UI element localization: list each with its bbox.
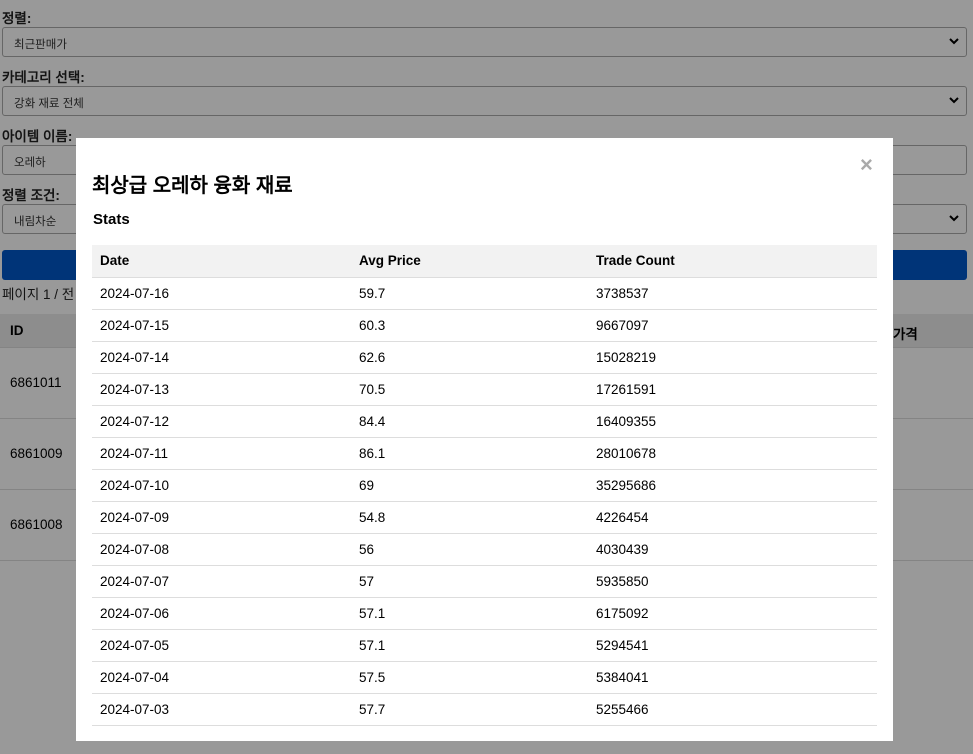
stats-cell-trade-count: 3738537 xyxy=(588,277,877,310)
table-row: 2024-07-05 57.1 5294541 xyxy=(92,629,877,662)
stats-cell-date: 2024-07-06 xyxy=(92,597,351,630)
stats-cell-trade-count: 5255466 xyxy=(588,693,877,726)
stats-cell-date: 2024-07-09 xyxy=(92,501,351,534)
stats-table-body: 2024-07-16 59.7 3738537 2024-07-15 60.3 96670… xyxy=(92,277,877,726)
stats-heading: Stats xyxy=(93,211,130,228)
column-header-date: Date xyxy=(92,245,351,278)
stats-table: Date Avg Price Trade Count 2024-07-16 59.… xyxy=(92,245,877,726)
stats-cell-avg-price: 56 xyxy=(351,533,588,566)
stats-cell-avg-price: 60.3 xyxy=(351,309,588,342)
column-header-trade-count: Trade Count xyxy=(588,245,877,278)
stats-cell-trade-count: 9667097 xyxy=(588,309,877,342)
stats-cell-trade-count: 28010678 xyxy=(588,437,877,470)
stats-cell-date: 2024-07-12 xyxy=(92,405,351,438)
stats-cell-avg-price: 62.6 xyxy=(351,341,588,374)
stats-cell-avg-price: 54.8 xyxy=(351,501,588,534)
stats-cell-date: 2024-07-14 xyxy=(92,341,351,374)
stats-cell-trade-count: 17261591 xyxy=(588,373,877,406)
stats-cell-trade-count: 4226454 xyxy=(588,501,877,534)
table-row: 2024-07-07 57 5935850 xyxy=(92,565,877,598)
table-row: 2024-07-12 84.4 16409355 xyxy=(92,405,877,438)
stats-cell-date: 2024-07-05 xyxy=(92,629,351,662)
stats-cell-date: 2024-07-04 xyxy=(92,661,351,694)
stats-cell-avg-price: 57.1 xyxy=(351,629,588,662)
table-row: 2024-07-09 54.8 4226454 xyxy=(92,501,877,534)
stats-cell-date: 2024-07-07 xyxy=(92,565,351,598)
close-icon[interactable]: × xyxy=(860,154,873,176)
stats-cell-avg-price: 59.7 xyxy=(351,277,588,310)
stats-cell-date: 2024-07-15 xyxy=(92,309,351,342)
stats-cell-trade-count: 35295686 xyxy=(588,469,877,502)
column-header-avg-price: Avg Price xyxy=(351,245,588,278)
stats-cell-avg-price: 86.1 xyxy=(351,437,588,470)
stats-cell-trade-count: 5294541 xyxy=(588,629,877,662)
stats-cell-date: 2024-07-10 xyxy=(92,469,351,502)
table-row: 2024-07-06 57.1 6175092 xyxy=(92,597,877,630)
stats-cell-avg-price: 57.7 xyxy=(351,693,588,726)
table-row: 2024-07-03 57.7 5255466 xyxy=(92,693,877,726)
table-row: 2024-07-08 56 4030439 xyxy=(92,533,877,566)
stats-cell-trade-count: 5384041 xyxy=(588,661,877,694)
table-row: 2024-07-14 62.6 15028219 xyxy=(92,341,877,374)
stats-cell-date: 2024-07-03 xyxy=(92,693,351,726)
table-row: 2024-07-13 70.5 17261591 xyxy=(92,373,877,406)
stats-cell-trade-count: 5935850 xyxy=(588,565,877,598)
stats-cell-avg-price: 57 xyxy=(351,565,588,598)
stats-cell-avg-price: 84.4 xyxy=(351,405,588,438)
stats-cell-trade-count: 4030439 xyxy=(588,533,877,566)
stats-cell-trade-count: 16409355 xyxy=(588,405,877,438)
table-row: 2024-07-10 69 35295686 xyxy=(92,469,877,502)
stats-cell-avg-price: 70.5 xyxy=(351,373,588,406)
stats-cell-date: 2024-07-08 xyxy=(92,533,351,566)
table-row: 2024-07-15 60.3 9667097 xyxy=(92,309,877,342)
table-row: 2024-07-11 86.1 28010678 xyxy=(92,437,877,470)
stats-cell-trade-count: 6175092 xyxy=(588,597,877,630)
stats-cell-date: 2024-07-16 xyxy=(92,277,351,310)
item-stats-modal: 최상급 오레하 융화 재료 × Stats Date Avg Price Tra… xyxy=(76,138,893,741)
modal-title: 최상급 오레하 융화 재료 xyxy=(92,175,293,197)
stats-cell-avg-price: 69 xyxy=(351,469,588,502)
stats-cell-trade-count: 15028219 xyxy=(588,341,877,374)
stats-cell-date: 2024-07-13 xyxy=(92,373,351,406)
table-row: 2024-07-16 59.7 3738537 xyxy=(92,277,877,310)
stats-cell-avg-price: 57.5 xyxy=(351,661,588,694)
table-row: 2024-07-04 57.5 5384041 xyxy=(92,661,877,694)
stats-cell-date: 2024-07-11 xyxy=(92,437,351,470)
stats-header-row: Date Avg Price Trade Count xyxy=(92,245,877,278)
stats-cell-avg-price: 57.1 xyxy=(351,597,588,630)
